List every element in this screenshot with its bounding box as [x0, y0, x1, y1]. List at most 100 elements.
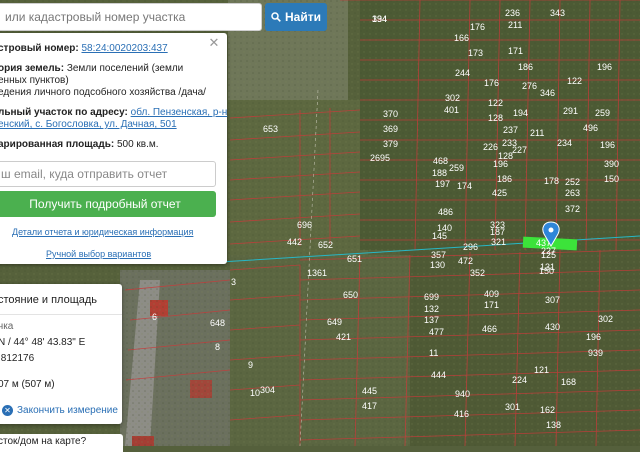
parcel-number-label[interactable]: 442 [287, 237, 302, 247]
parcel-number-label[interactable]: 1361 [307, 268, 327, 278]
parcel-number-label[interactable]: 187 [490, 227, 505, 237]
parcel-number-label[interactable]: 357 [431, 250, 446, 260]
parcel-number-label[interactable]: 128 [488, 113, 503, 123]
finish-measure-button[interactable]: ✕ Закончить измерение [2, 405, 118, 416]
parcel-number-label[interactable]: 122 [567, 76, 582, 86]
cadastral-number-link[interactable]: 58:24:0020203:437 [81, 43, 167, 54]
parcel-number-label[interactable]: 211 [508, 20, 522, 30]
parcel-number-label[interactable]: 444 [431, 370, 446, 380]
parcel-number-label[interactable]: 472 [458, 256, 473, 266]
parcel-number-label[interactable]: 8 [215, 342, 220, 352]
parcel-number-label[interactable]: 227 [512, 145, 527, 155]
parcel-number-label[interactable]: 166 [454, 33, 469, 43]
parcel-number-label[interactable]: 237 [503, 125, 518, 135]
parcel-number-label[interactable]: 211 [530, 128, 544, 138]
parcel-number-label[interactable]: 224 [512, 375, 527, 385]
address-link-continued[interactable]: енский, с. Богословка, ул. Дачная, 501 [0, 119, 177, 130]
parcel-number-label[interactable]: 125 [541, 250, 556, 260]
parcel-number-label[interactable]: 477 [429, 327, 444, 337]
search-input[interactable]: или кадастровый номер участка [0, 3, 262, 31]
parcel-number-label[interactable]: 236 [505, 8, 520, 18]
parcel-number-label[interactable]: 150 [604, 174, 619, 184]
parcel-number-label[interactable]: 409 [484, 289, 499, 299]
close-icon[interactable]: ✕ [208, 36, 220, 49]
parcel-number-label[interactable]: 296 [463, 242, 478, 252]
report-details-link[interactable]: Детали отчета и юридическая информация [12, 227, 193, 237]
parcel-number-label[interactable]: 653 [263, 124, 278, 134]
parcel-number-label[interactable]: 130 [430, 260, 445, 270]
parcel-number-label[interactable]: 401 [444, 105, 459, 115]
parcel-number-label[interactable]: 9 [248, 360, 253, 370]
parcel-number-label[interactable]: 276 [522, 81, 537, 91]
parcel-number-label[interactable]: 173 [468, 48, 483, 58]
parcel-number-label[interactable]: 486 [438, 207, 453, 217]
parcel-number-label[interactable]: 186 [497, 174, 512, 184]
parcel-number-label[interactable]: 6 [152, 312, 157, 322]
parcel-number-label[interactable]: 226 [483, 142, 498, 152]
parcel-number-label[interactable]: 651 [347, 254, 362, 264]
parcel-number-label[interactable]: 196 [597, 62, 612, 72]
parcel-number-label[interactable]: 244 [455, 68, 470, 78]
parcel-number-label[interactable]: 699 [424, 292, 439, 302]
parcel-number-label[interactable]: 186 [518, 62, 533, 72]
parcel-number-label[interactable]: 10 [250, 388, 260, 398]
parcel-number-label[interactable]: 174 [457, 181, 472, 191]
parcel-number-label[interactable]: 196 [600, 140, 615, 150]
parcel-number-label[interactable]: 445 [362, 386, 377, 396]
parcel-number-label[interactable]: 168 [561, 377, 576, 387]
parcel-number-label[interactable]: 178 [544, 176, 559, 186]
parcel-number-label[interactable]: 466 [482, 324, 497, 334]
parcel-number-label[interactable]: 302 [598, 314, 613, 324]
parcel-number-label[interactable]: 650 [343, 290, 358, 300]
parcel-number-label[interactable]: 649 [327, 317, 342, 327]
parcel-number-label[interactable]: 137 [424, 315, 439, 325]
address-link[interactable]: обл. Пензенская, р-н [131, 107, 228, 118]
parcel-number-label[interactable]: 252 [565, 177, 580, 187]
parcel-number-label[interactable]: 416 [454, 409, 469, 419]
parcel-number-label[interactable]: 171 [508, 46, 523, 56]
get-report-button[interactable]: Получить подробный отчет [0, 191, 216, 217]
parcel-number-label[interactable]: 417 [362, 401, 377, 411]
parcel-number-label[interactable]: 346 [540, 88, 555, 98]
parcel-number-label[interactable]: 372 [565, 204, 580, 214]
parcel-number-label[interactable]: 304 [260, 385, 275, 395]
parcel-number-label[interactable]: 263 [565, 188, 580, 198]
parcel-number-label[interactable]: 3 [231, 277, 236, 287]
parcel-number-label[interactable]: 648 [210, 318, 225, 328]
parcel-number-label[interactable]: 421 [336, 332, 351, 342]
parcel-number-label[interactable]: 390 [604, 159, 619, 169]
parcel-number-label[interactable]: 162 [540, 405, 555, 415]
parcel-number-label[interactable]: 352 [470, 268, 485, 278]
parcel-number-label[interactable]: 196 [586, 332, 601, 342]
email-field[interactable]: ш email, куда отправить отчет [0, 161, 216, 187]
parcel-number-label[interactable]: 696 [297, 220, 312, 230]
parcel-number-label[interactable]: 307 [545, 295, 560, 305]
parcel-number-label[interactable]: 196 [493, 159, 508, 169]
parcel-number-label[interactable]: 138 [546, 420, 561, 430]
parcel-number-label[interactable]: 940 [455, 389, 470, 399]
parcel-number-label[interactable]: 259 [595, 108, 610, 118]
bottom-tip[interactable]: сток/дом на карте? [0, 434, 123, 452]
parcel-number-label[interactable]: 11 [429, 348, 438, 358]
parcel-number-label[interactable]: 369 [383, 124, 398, 134]
parcel-number-label[interactable]: 370 [383, 109, 398, 119]
parcel-number-label[interactable]: 122 [488, 98, 503, 108]
search-button[interactable]: Найти [265, 3, 327, 31]
parcel-number-label[interactable]: 343 [550, 8, 565, 18]
parcel-number-label[interactable]: 652 [318, 240, 333, 250]
parcel-number-label[interactable]: 496 [583, 123, 598, 133]
parcel-number-label[interactable]: 121 [534, 365, 549, 375]
parcel-number-label[interactable]: 234 [557, 138, 572, 148]
parcel-number-label[interactable]: 176 [470, 22, 485, 32]
parcel-number-label[interactable]: 2695 [370, 153, 390, 163]
parcel-number-label[interactable]: 171 [484, 300, 499, 310]
parcel-number-label[interactable]: 302 [445, 93, 460, 103]
parcel-number-label[interactable]: 301 [505, 402, 520, 412]
parcel-number-label[interactable]: 425 [492, 188, 507, 198]
parcel-number-label[interactable]: 134 [372, 14, 387, 24]
parcel-number-label[interactable]: 188 [432, 168, 447, 178]
manual-select-link[interactable]: Ручной выбор вариантов [46, 249, 151, 259]
parcel-number-label[interactable]: 176 [484, 78, 499, 88]
parcel-number-label[interactable]: 430 [545, 322, 560, 332]
parcel-number-label[interactable]: 194 [513, 108, 528, 118]
